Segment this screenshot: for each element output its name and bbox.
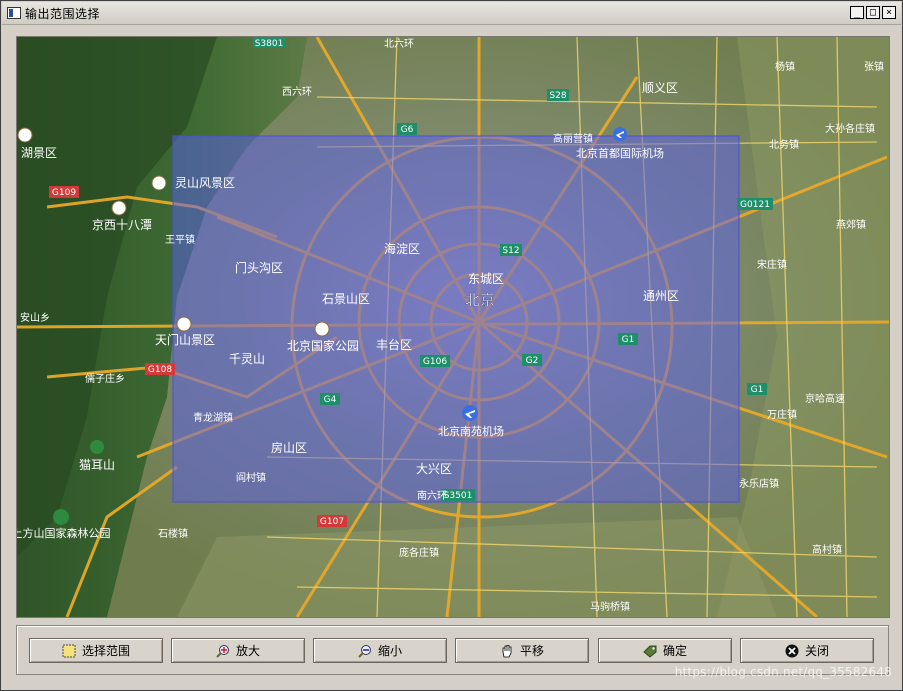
shield-g6: G6 <box>401 125 414 135</box>
shield-s3801: S3801 <box>255 39 284 49</box>
label-wangping: 王平镇 <box>165 233 195 246</box>
close-button[interactable]: 关闭 <box>740 638 874 663</box>
close-window-button[interactable]: × <box>882 6 896 19</box>
label-mentougou: 门头沟区 <box>235 260 283 275</box>
label-jingxi: 京西十八潭 <box>92 218 152 232</box>
label-wanzhuang: 万庄镇 <box>767 408 797 421</box>
label-anshan: 安山乡 <box>20 311 50 324</box>
close-label: 关闭 <box>804 644 829 658</box>
shield-g107: G107 <box>320 517 344 527</box>
label-dongcheng: 东城区 <box>468 272 504 286</box>
select-range-label: 选择范围 <box>81 644 130 658</box>
label-shangfang: 上方山国家森林公园 <box>17 526 111 540</box>
dialog-window: 输出范围选择 _ □ × S3801 S28 G6 S12 G1 G2 G106… <box>0 0 903 691</box>
label-yanqiao: 燕郊镇 <box>836 218 866 231</box>
select-range-button[interactable]: 选择范围 <box>29 638 163 663</box>
confirm-label: 确定 <box>662 644 687 658</box>
label-yangzhen: 杨镇 <box>775 60 795 73</box>
label-hujing: 湖景区 <box>21 145 57 160</box>
selection-rectangle <box>172 135 740 503</box>
shield-g4: G4 <box>324 395 337 405</box>
label-fangshan: 房山区 <box>271 440 307 455</box>
label-qinglongshan: 青龙湖镇 <box>193 411 233 424</box>
zoom-in-button[interactable]: 放大 <box>171 638 305 663</box>
label-zhangzhen: 张镇 <box>864 60 884 73</box>
label-beiwu: 北务镇 <box>769 138 799 151</box>
scenic-icon-national-park <box>314 321 330 337</box>
confirm-button[interactable]: 确定 <box>598 638 732 663</box>
minimize-button[interactable]: _ <box>850 6 864 19</box>
label-yongledian: 永乐店镇 <box>739 477 779 490</box>
zoom-out-label: 缩小 <box>377 644 402 658</box>
pan-label: 平移 <box>519 644 544 658</box>
select-range-icon <box>62 644 76 657</box>
shield-g2: G2 <box>526 356 539 366</box>
airport-icon-capital <box>613 127 627 141</box>
label-qianlingshan: 千灵山 <box>229 352 265 366</box>
scenic-icon-lingshan <box>151 175 167 191</box>
shield-g109: G109 <box>52 188 76 198</box>
label-maoershan: 猫耳山 <box>79 458 115 472</box>
label-nanliuhuan: 南六环 <box>417 489 447 502</box>
scenic-icon-hujing <box>17 127 33 143</box>
scenic-icon-tianmenshan <box>176 316 192 332</box>
shield-g108: G108 <box>148 365 172 375</box>
label-daxing: 大兴区 <box>416 462 452 476</box>
zoom-out-button[interactable]: 缩小 <box>313 638 447 663</box>
park-icon-maoershan <box>90 440 104 454</box>
label-tongzhou: 通州区 <box>643 289 679 303</box>
label-beijing: 北京 <box>465 291 495 309</box>
label-xiliuhuan: 西六环 <box>282 86 312 98</box>
maximize-button[interactable]: □ <box>866 6 880 19</box>
shield-g1: G1 <box>622 335 635 345</box>
label-dasungezhuang: 大孙各庄镇 <box>825 122 875 135</box>
map-view[interactable]: S3801 S28 G6 S12 G1 G2 G106 G4 S3501 G10… <box>16 36 890 618</box>
label-capital-airport: 北京首都国际机场 <box>576 146 664 160</box>
label-haidian: 海淀区 <box>384 241 420 256</box>
park-icon-shangfang <box>53 509 69 525</box>
label-shijingshan: 石景山区 <box>322 292 370 306</box>
hand-icon <box>502 644 512 657</box>
shield-g0121: G0121 <box>740 200 770 210</box>
label-songzhuang: 宋庄镇 <box>757 258 787 271</box>
window-title: 输出范围选择 <box>25 6 101 21</box>
close-circle-icon <box>785 644 799 657</box>
shield-s12: S12 <box>502 246 519 256</box>
pan-button[interactable]: 平移 <box>455 638 589 663</box>
watermark: https://blog.csdn.net/qq_35582648 <box>674 665 892 679</box>
label-national-park: 北京国家公园 <box>287 338 359 353</box>
label-fengtai: 丰台区 <box>376 337 412 352</box>
zoom-out-icon <box>358 644 371 658</box>
window-icon <box>7 7 21 19</box>
airport-icon-nanyuan <box>462 405 478 421</box>
label-gaoliying: 高丽营镇 <box>553 132 593 145</box>
label-shilou: 石楼镇 <box>158 527 188 540</box>
scenic-icon-jingxi <box>111 200 127 216</box>
shield-s28: S28 <box>549 91 566 101</box>
label-ruzizhuang: 儒子庄乡 <box>85 372 125 385</box>
label-nanyuan-airport: 北京南苑机场 <box>438 424 504 438</box>
label-shunyi: 顺义区 <box>642 81 678 95</box>
confirm-tag-icon <box>643 645 657 658</box>
zoom-in-label: 放大 <box>235 644 260 658</box>
label-lingshan: 灵山风景区 <box>175 176 235 190</box>
title-bar[interactable]: 输出范围选择 _ □ × <box>2 2 901 25</box>
shield-s3501: S3501 <box>444 491 473 501</box>
label-panggezhuang: 庞各庄镇 <box>399 546 439 559</box>
label-gaocun: 高村镇 <box>812 543 842 556</box>
label-majuqiao: 马驹桥镇 <box>590 600 630 613</box>
shield-g106: G106 <box>423 357 447 367</box>
label-tianmenshan: 天门山景区 <box>155 332 215 347</box>
label-jingha: 京哈高速 <box>805 392 845 405</box>
label-beiliuhuan: 北六环 <box>384 38 414 50</box>
zoom-in-icon <box>216 644 229 658</box>
shield-g1-east: G1 <box>751 385 764 395</box>
label-yancun: 阎村镇 <box>236 471 266 484</box>
